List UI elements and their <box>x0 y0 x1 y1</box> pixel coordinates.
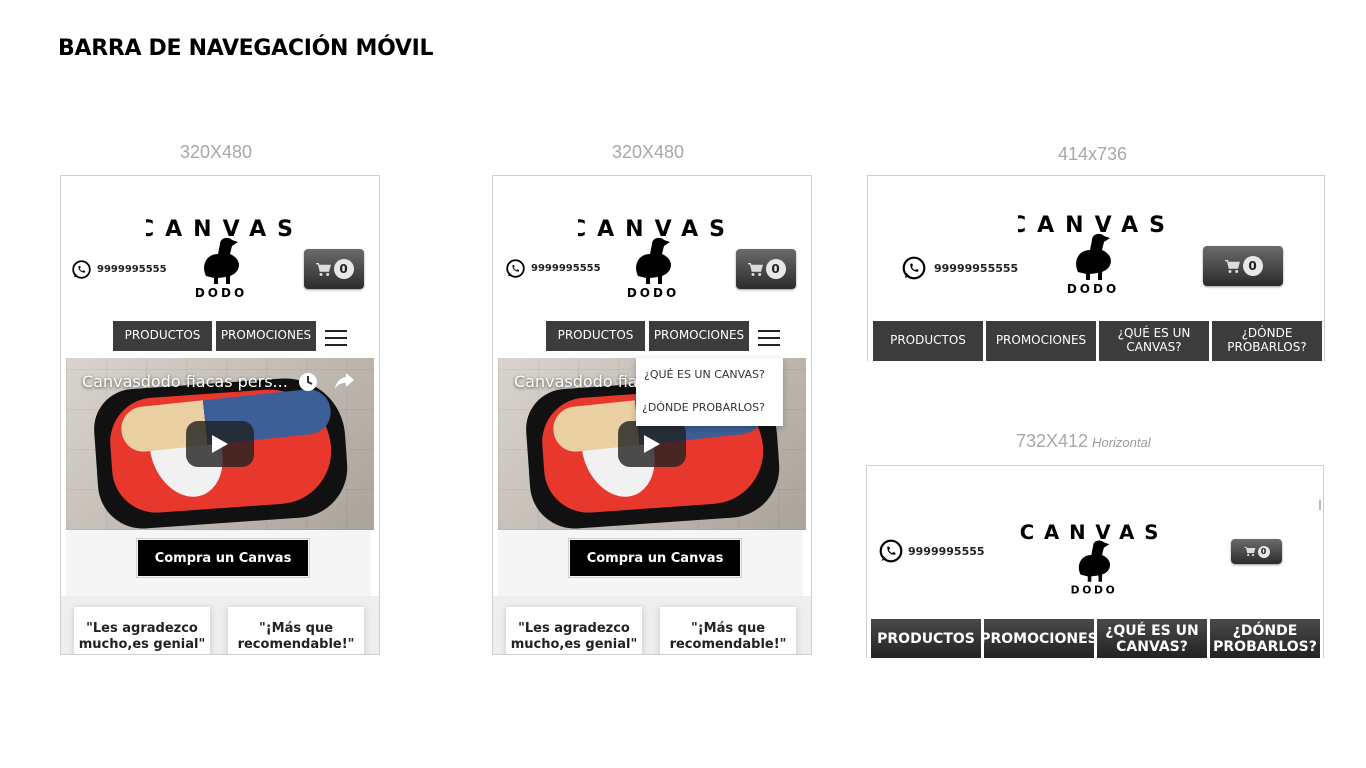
video-player[interactable]: Canvasdodo fiacas pers... <box>66 358 374 530</box>
logo-top-text: CANVAS <box>1018 213 1168 238</box>
logo-bottom-text: DODO <box>1067 282 1119 296</box>
dropdown-item-que-es[interactable]: ¿QUÉ ES UN CANVAS? <box>636 358 783 391</box>
phone-number: 9999995555 <box>97 264 167 275</box>
buy-canvas-button[interactable]: Compra un Canvas <box>568 538 742 578</box>
nav-promociones[interactable]: PROMOCIONES <box>980 619 1098 658</box>
nav-productos[interactable]: PRODUCTOS <box>871 619 981 658</box>
share-icon[interactable] <box>334 372 354 390</box>
whatsapp-contact[interactable]: 99999955555 <box>901 255 1018 281</box>
canvas-dodo-logo: CANVAS DODO <box>146 206 296 301</box>
logo-top-text: CANVAS <box>146 217 296 242</box>
logo-top-text: CANVAS <box>1020 521 1168 544</box>
size-label: 732X412 Horizontal <box>1016 431 1151 452</box>
mockup-320x480-expanded: CANVAS DODO 9999995555 0 PRODUCTOS PROMO… <box>492 175 812 655</box>
size-label: 320X480 <box>180 142 253 162</box>
whatsapp-icon <box>879 539 903 563</box>
logo-bottom-text: DODO <box>195 286 247 300</box>
mockup-320x480-collapsed: CANVAS DODO 9999995555 0 PRODUCTOS PROMO… <box>60 175 380 655</box>
phone-number: 99999955555 <box>934 261 1019 275</box>
nav-que-es-un-canvas[interactable]: ¿QUÉ ES UN CANVAS? <box>1099 321 1209 361</box>
cart-button[interactable]: 0 <box>304 249 364 289</box>
hamburger-menu-icon[interactable] <box>325 330 347 348</box>
nav-donde-probarlos[interactable]: ¿DÓNDE PROBARLOS? <box>1212 321 1322 361</box>
cart-icon <box>1244 546 1255 557</box>
nav-productos[interactable]: PRODUCTOS <box>546 321 645 351</box>
whatsapp-icon <box>506 259 525 278</box>
cart-button[interactable]: 0 <box>736 249 796 289</box>
nav-promociones[interactable]: PROMOCIONES <box>216 321 316 351</box>
nav-promociones[interactable]: PROMOCIONES <box>649 321 749 351</box>
nav-promociones[interactable]: PROMOCIONES <box>986 321 1096 361</box>
cart-count: 0 <box>1242 256 1263 276</box>
logo-bottom-text: DODO <box>627 286 679 300</box>
nav-dropdown-menu: ¿QUÉ ES UN CANVAS? ¿DÓNDE PROBARLOS? <box>636 358 783 426</box>
whatsapp-contact[interactable]: 9999995555 <box>71 259 167 280</box>
canvas-dodo-logo: CANVAS DODO <box>578 206 728 301</box>
testimonial-card: "Les agradezco mucho,es genial" <box>74 606 210 654</box>
nav-que-es-un-canvas[interactable]: ¿QUÉ ES UN CANVAS? <box>1097 619 1207 658</box>
play-icon <box>212 435 228 453</box>
mockup-732x412-horizontal: CANVAS DODO 9999995555 0 PRODUCTOS PROMO… <box>866 465 1324 658</box>
cart-count: 0 <box>1257 545 1270 558</box>
cart-button[interactable]: 0 <box>1231 539 1282 564</box>
play-button[interactable] <box>186 421 254 467</box>
video-title: Canvasdodo fiacas pers... <box>82 372 288 391</box>
nav-donde-probarlos[interactable]: ¿DÓNDE PROBARLOS? <box>1210 619 1320 658</box>
cart-count: 0 <box>765 259 786 279</box>
cart-icon <box>1224 259 1240 273</box>
dropdown-item-donde[interactable]: ¿DÓNDE PROBARLOS? <box>636 391 783 424</box>
orientation-label: Horizontal <box>1092 435 1151 450</box>
testimonial-card: "¡Más que recomendable!" <box>228 606 364 654</box>
canvas-dodo-logo: CANVAS DODO <box>1019 512 1169 597</box>
mockup-414x736: CANVAS DODO 99999955555 0 PRODUCTOS PROM… <box>867 175 1325 361</box>
phone-number: 9999995555 <box>531 263 601 274</box>
testimonial-card: "¡Más que recomendable!" <box>660 606 796 654</box>
logo-top-text: CANVAS <box>578 217 728 242</box>
buy-canvas-button[interactable]: Compra un Canvas <box>136 538 310 578</box>
nav-productos[interactable]: PRODUCTOS <box>113 321 212 351</box>
page-title: BARRA DE NAVEGACIÓN MÓVIL <box>58 36 434 61</box>
size-label: 414x736 <box>1058 144 1128 164</box>
play-icon <box>644 435 660 453</box>
hamburger-menu-icon[interactable] <box>758 330 780 348</box>
whatsapp-icon <box>902 256 926 280</box>
size-label-text: 732X412 <box>1016 431 1089 451</box>
whatsapp-contact[interactable]: 9999995555 <box>878 538 985 564</box>
cart-icon <box>747 262 763 276</box>
phone-number: 9999995555 <box>908 544 985 558</box>
whatsapp-contact[interactable]: 9999995555 <box>505 258 601 279</box>
cart-icon <box>315 262 331 276</box>
play-button[interactable] <box>618 421 686 467</box>
cart-count: 0 <box>333 259 354 279</box>
size-label: 320X480 <box>612 142 685 162</box>
logo-bottom-text: DODO <box>1071 583 1118 596</box>
canvas-dodo-logo: CANVAS DODO <box>1018 202 1168 297</box>
cart-button[interactable]: 0 <box>1203 246 1283 286</box>
video-title: Canvasdodo fia <box>514 372 638 391</box>
clock-icon[interactable] <box>298 372 318 392</box>
nav-productos[interactable]: PRODUCTOS <box>873 321 983 361</box>
scrollbar[interactable] <box>1319 500 1321 510</box>
whatsapp-icon <box>72 260 91 279</box>
testimonial-card: "Les agradezco mucho,es genial" <box>506 606 642 654</box>
